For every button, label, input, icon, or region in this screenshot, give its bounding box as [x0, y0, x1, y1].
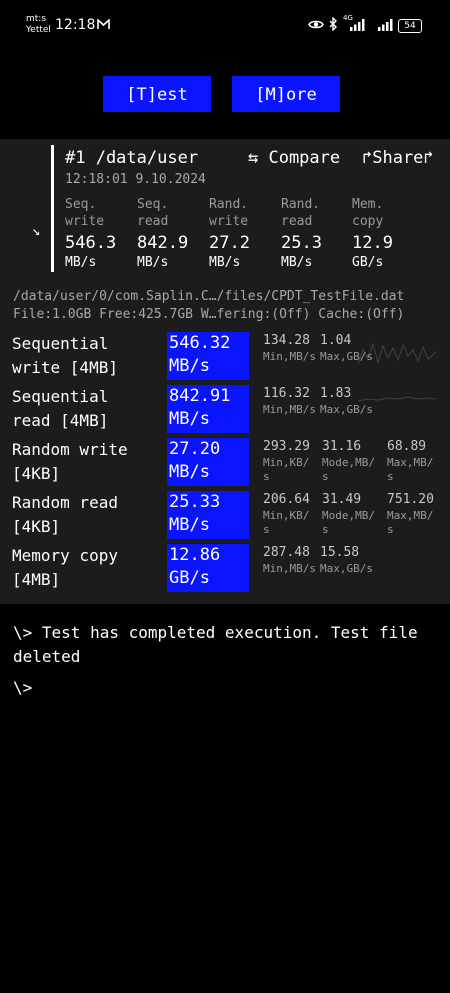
share-button[interactable]: ↱Share↱	[362, 148, 434, 168]
stat-max: 751.20 Max,MB/ s	[387, 492, 434, 536]
test-result-box: 27.20 MB/s	[167, 438, 249, 486]
eye-icon	[308, 20, 324, 29]
stat-max: 68.89 Max,MB/ s	[387, 439, 434, 483]
test-result-box: 842.91 MB/s	[167, 385, 249, 433]
summary-rand-read: Rand. read 25.3 MB/s	[281, 197, 322, 270]
summary-mem-copy: Mem. copy 12.9 GB/s	[352, 197, 393, 270]
bluetooth-icon	[329, 17, 337, 31]
test-label: Random read [4KB]	[12, 493, 118, 536]
stat-min: 116.32 Min,MB/s	[263, 386, 316, 416]
test-label: Sequential read [4MB]	[12, 387, 109, 430]
stat-min: 206.64 Min,KB/ s	[263, 492, 310, 536]
carrier-name: mt:s Yettel	[26, 14, 51, 35]
file-details: File:1.0GB Free:425.7GB W…fering:(Off) C…	[13, 307, 405, 322]
test-row-seq-write: Sequential write [4MB] 546.32 MB/s 134.2…	[0, 332, 450, 382]
status-bar: mt:s Yettel 12:18 4G 54	[0, 0, 450, 48]
mail-icon	[97, 19, 110, 29]
stat-max: 15.58 Max,GB/s	[320, 545, 373, 575]
more-button[interactable]: [M]ore	[232, 76, 340, 112]
summary-seq-write: Seq. write 546.3 MB/s	[65, 197, 117, 270]
stat-mode: 31.16 Mode,MB/ s	[322, 439, 375, 483]
console-output: \> Test has completed execution. Test fi…	[13, 623, 418, 666]
test-row-seq-read: Sequential read [4MB] 842.91 MB/s 116.32…	[0, 385, 450, 435]
stat-min: 134.28 Min,MB/s	[263, 333, 316, 363]
stat-min: 287.48 Min,MB/s	[263, 545, 316, 575]
file-path: /data/user/0/com.Saplin.C…/files/CPDT_Te…	[13, 289, 405, 304]
compare-button[interactable]: ⇆ Compare	[248, 148, 340, 168]
clock: 12:18	[55, 17, 96, 33]
stat-mode: 31.49 Mode,MB/ s	[322, 492, 375, 536]
test-label: Random write [4KB]	[12, 440, 128, 483]
test-row-rand-read: Random read [4KB] 25.33 MB/s 206.64 Min,…	[0, 491, 450, 541]
file-info: /data/user/0/com.Saplin.C…/files/CPDT_Te…	[13, 288, 404, 324]
test-button[interactable]: [T]est	[103, 76, 211, 112]
battery-level: 54	[404, 21, 416, 31]
test-row-rand-write: Random write [4KB] 27.20 MB/s 293.29 Min…	[0, 438, 450, 488]
test-result-box: 25.33 MB/s	[167, 491, 249, 539]
result-title: #1 /data/user	[65, 148, 199, 168]
signal-strength-icon	[350, 19, 365, 31]
summary-divider	[51, 145, 54, 272]
console-prompt[interactable]: \>	[13, 678, 32, 697]
stat-min: 293.29 Min,KB/ s	[263, 439, 310, 483]
summary-rand-write: Rand. write 27.2 MB/s	[209, 197, 250, 270]
test-result-box: 546.32 MB/s	[167, 332, 249, 380]
collapse-arrow-icon[interactable]: ↘	[32, 223, 40, 239]
signal-strength-2-icon	[378, 19, 393, 31]
test-row-mem-copy: Memory copy [4MB] 12.86 GB/s 287.48 Min,…	[0, 544, 450, 594]
stat-max: 1.04 Max,GB/s	[320, 333, 373, 363]
summary-seq-read: Seq. read 842.9 MB/s	[137, 197, 189, 270]
stat-max: 1.83 Max,GB/s	[320, 386, 373, 416]
result-timestamp: 12:18:01 9.10.2024	[65, 172, 206, 187]
test-label: Sequential write [4MB]	[12, 334, 118, 377]
battery-icon: 54	[398, 19, 422, 33]
test-result-box: 12.86 GB/s	[167, 544, 249, 592]
test-label: Memory copy [4MB]	[12, 546, 118, 589]
